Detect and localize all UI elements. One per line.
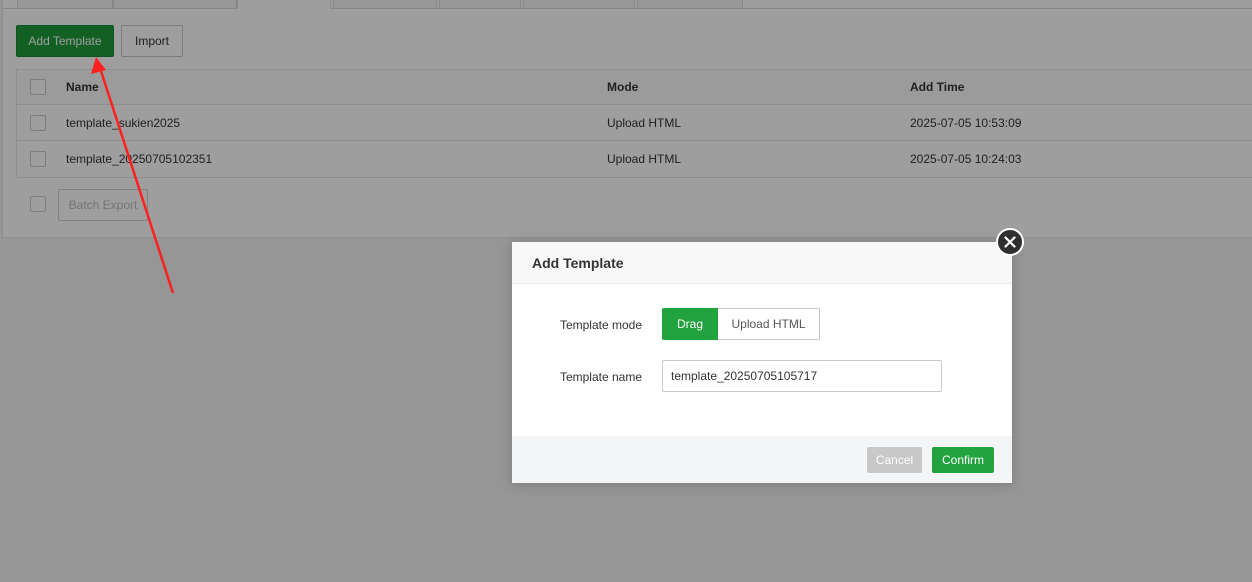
mode-option-drag[interactable]: Drag xyxy=(662,308,718,340)
close-icon[interactable] xyxy=(996,228,1024,256)
dialog-title: Add Template xyxy=(512,242,1012,284)
template-mode-toggle: Drag Upload HTML xyxy=(662,308,820,340)
template-name-input[interactable] xyxy=(662,360,942,392)
mode-option-upload-html[interactable]: Upload HTML xyxy=(718,308,820,340)
close-glyph xyxy=(1004,236,1016,248)
add-template-dialog: Add Template Template mode Drag Upload H… xyxy=(512,228,1024,483)
confirm-button[interactable]: Confirm xyxy=(932,447,994,473)
template-name-label: Template name xyxy=(559,370,642,384)
dialog-footer: Cancel Confirm xyxy=(512,436,1012,483)
cancel-button[interactable]: Cancel xyxy=(867,447,922,473)
template-mode-label: Template mode xyxy=(559,318,642,332)
